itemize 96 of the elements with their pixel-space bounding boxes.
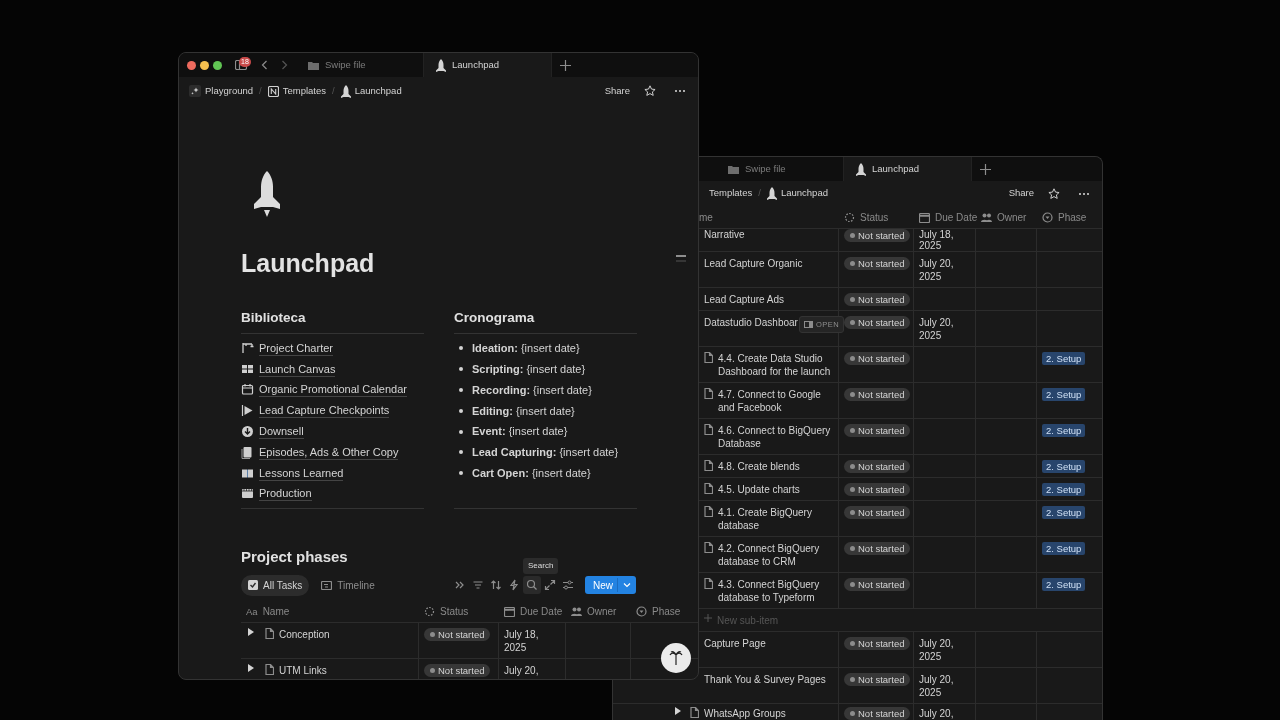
phase-tag: 2. Setup — [1042, 460, 1086, 473]
page-link[interactable]: Lessons Learned — [259, 465, 344, 481]
column-type-icon: Aa — [246, 605, 258, 619]
date-cell-text: July 20, 2025 — [919, 637, 955, 663]
new-button[interactable]: New — [585, 576, 636, 595]
status-tag: Not started — [424, 664, 491, 678]
list-item: Ideation: {insert date} — [472, 341, 580, 357]
page-link[interactable]: Lead Capture Checkpoints — [259, 403, 390, 419]
status-tag: Not started — [844, 316, 911, 329]
row-title[interactable]: Narrative — [704, 229, 745, 240]
phase-tag: 2. Setup — [1042, 542, 1086, 555]
status-tag: Not started — [844, 352, 911, 365]
row-title[interactable]: WhatsApp Groups — [704, 707, 786, 720]
breadcrumb-link[interactable]: Launchpad — [766, 186, 828, 201]
breadcrumb-link[interactable]: Launchpad — [340, 83, 402, 99]
page-title: Launchpad — [241, 248, 375, 279]
status-tag: Not started — [844, 506, 911, 519]
date-cell-text: July 18, 2025 — [919, 229, 955, 251]
column-header[interactable]: Due Date — [935, 211, 978, 224]
section-heading: Biblioteca — [241, 308, 424, 334]
page-link[interactable]: Project Charter — [259, 340, 333, 356]
date-cell: July 20, — [504, 664, 539, 678]
date-cell-text: July 20, 2025 — [919, 673, 955, 699]
row-title[interactable]: UTM Links — [279, 664, 327, 678]
separator: / — [332, 83, 335, 98]
phase-tag: 2. Setup — [1042, 388, 1086, 401]
date-cell-text: July 18, 2025 — [504, 628, 540, 655]
column-header[interactable]: Status — [860, 211, 889, 224]
column-header[interactable]: me — [699, 211, 713, 224]
phase-tag: 2. Setup — [1042, 352, 1086, 365]
page-link[interactable]: Episodes, Ads & Other Copy — [259, 444, 399, 460]
list-item: Editing: {insert date} — [472, 403, 575, 419]
tab[interactable]: Launchpad — [844, 157, 972, 181]
tooltip: Search — [523, 558, 559, 574]
row-title[interactable]: 4.2. Connect BigQuery database to CRM — [718, 542, 833, 568]
status-tag: Not started — [844, 578, 911, 591]
row-title[interactable]: 4.4. Create Data Studio Dashboard for the launch — [718, 352, 833, 378]
phase-tag: 2. Setup — [1042, 424, 1086, 437]
page-link[interactable]: Production — [259, 486, 312, 502]
breadcrumb-link[interactable]: Playground — [189, 83, 254, 99]
view-tab[interactable]: Timeline — [314, 574, 382, 596]
row-title[interactable]: Conception — [279, 628, 330, 642]
column-header[interactable]: Owner — [997, 211, 1027, 224]
section-heading: Project phases — [241, 547, 348, 568]
status-tag: Not started — [844, 483, 911, 496]
row-title[interactable]: Lead Capture Ads — [704, 293, 785, 306]
status-tag: Not started — [844, 460, 911, 473]
date-cell: July 20, — [919, 707, 954, 720]
status-tag: Not started — [844, 707, 911, 720]
row-title[interactable]: Capture Page — [704, 637, 766, 650]
view-tab[interactable]: All Tasks — [241, 574, 310, 596]
share-button[interactable]: Share — [604, 83, 630, 99]
row-title[interactable]: Datastudio Dashboar — [704, 316, 798, 329]
status-tag: Not started — [844, 637, 911, 650]
section-heading: Cronograma — [454, 308, 637, 334]
page-link[interactable]: Downsell — [259, 424, 304, 440]
status-tag: Not started — [844, 388, 911, 401]
column-header[interactable]: Name — [262, 605, 290, 619]
status-tag: Not started — [844, 293, 911, 306]
date-cell-text: July 20, 2025 — [919, 316, 955, 342]
status-tag: Not started — [844, 542, 911, 555]
page-link[interactable]: Launch Canvas — [259, 361, 336, 377]
row-title[interactable]: 4.5. Update charts — [718, 483, 800, 496]
share-button[interactable]: Share — [1008, 186, 1034, 201]
row-title[interactable]: 4.6. Connect to BigQuery Database — [718, 424, 833, 450]
status-tag: Not started — [844, 673, 911, 686]
column-header[interactable]: Due Date — [520, 605, 563, 619]
separator: / — [758, 186, 761, 201]
row-title[interactable]: Lead Capture Organic — [704, 257, 803, 270]
row-title[interactable]: 4.3. Connect BigQuery database to Typeform — [718, 578, 833, 604]
list-item: Event: {insert date} — [472, 424, 568, 440]
status-tag: Not started — [844, 257, 911, 270]
phase-tag: 2. Setup — [1042, 578, 1086, 591]
column-header[interactable]: Owner — [587, 605, 617, 619]
list-item: Recording: {insert date} — [472, 382, 592, 398]
tab[interactable]: Launchpad — [424, 53, 552, 77]
page-link[interactable]: Organic Promotional Calendar — [259, 382, 407, 398]
date-cell-text: July 20, 2025 — [919, 257, 955, 283]
phase-tag: 2. Setup — [1042, 483, 1086, 496]
breadcrumb-link[interactable]: Templates — [267, 83, 326, 99]
column-header[interactable]: Status — [440, 605, 469, 619]
phase-tag: 2. Setup — [1042, 506, 1086, 519]
column-header[interactable]: Phase — [1058, 211, 1087, 224]
row-title[interactable]: 4.1. Create BigQuery database — [718, 506, 833, 532]
row-title[interactable]: 4.7. Connect to Google and Facebook — [718, 388, 833, 414]
column-header[interactable]: Phase — [652, 605, 681, 619]
status-tag: Not started — [424, 628, 491, 642]
status-tag: Not started — [844, 424, 911, 437]
row-title[interactable]: Thank You & Survey Pages — [704, 673, 826, 686]
row-title[interactable]: 4.8. Create blends — [718, 460, 800, 473]
list-item: Cart Open: {insert date} — [472, 465, 591, 481]
separator: / — [259, 83, 262, 98]
list-item: Scripting: {insert date} — [472, 361, 586, 377]
list-item: Lead Capturing: {insert date} — [472, 445, 619, 461]
status-tag: Not started — [844, 229, 911, 242]
breadcrumb-link[interactable]: Templates — [709, 186, 753, 201]
